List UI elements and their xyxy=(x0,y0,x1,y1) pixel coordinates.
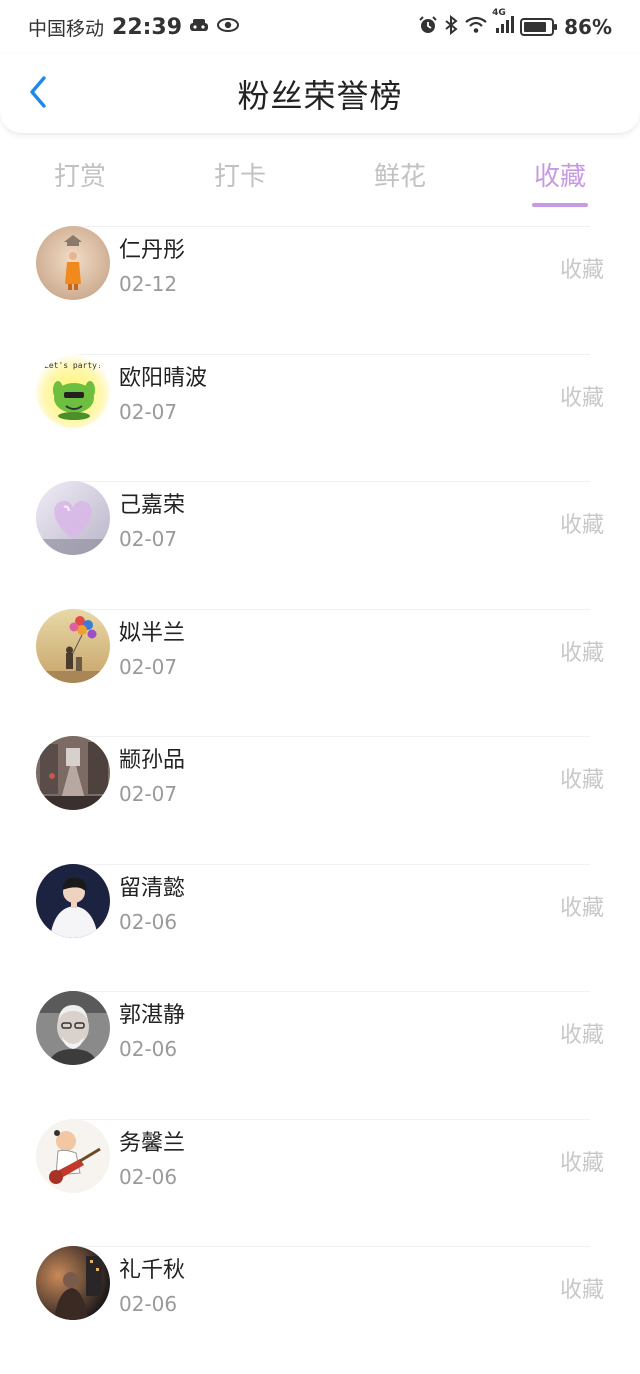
party-cactus-avatar: Let's party! xyxy=(36,353,110,428)
favorite-label: 收藏 xyxy=(559,1278,604,1303)
fan-date: 02-06 xyxy=(119,1292,178,1316)
list-item[interactable]: 礼千秋 02-06 收藏 xyxy=(0,1246,640,1374)
back-button[interactable] xyxy=(20,76,56,112)
svg-text:Let's party!: Let's party! xyxy=(44,361,102,370)
fan-date: 02-07 xyxy=(119,782,178,806)
fan-name: 务馨兰 xyxy=(119,1130,186,1156)
battery-icon xyxy=(520,18,558,36)
fan-list: 仁丹彤 02-12 收藏 Let's party! 欧阳晴波 02-07 收藏 xyxy=(0,226,640,1374)
fan-name: 仁丹彤 xyxy=(119,238,186,263)
page-title: 粉丝荣誉榜 xyxy=(237,76,403,115)
fan-name: 欧阳晴波 xyxy=(119,365,208,391)
list-item[interactable]: 仁丹彤 02-12 收藏 xyxy=(0,226,640,354)
bluetooth-icon xyxy=(444,14,458,39)
active-tab-indicator xyxy=(532,203,588,207)
tab-flowers[interactable]: 鲜花 xyxy=(320,140,480,208)
tab-bar: 打赏 打卡 鲜花 收藏 xyxy=(0,140,640,208)
car-icon xyxy=(188,16,210,38)
fan-name: 礼千秋 xyxy=(119,1258,186,1283)
tab-checkin[interactable]: 打卡 xyxy=(160,140,320,208)
fan-name: 姒半兰 xyxy=(119,620,186,646)
fan-date: 02-12 xyxy=(119,272,178,296)
list-item[interactable]: 己嘉荣 02-07 收藏 xyxy=(0,481,640,609)
fan-date: 02-06 xyxy=(119,909,178,934)
status-time: 22:39 xyxy=(112,14,183,40)
night-scene-avatar xyxy=(36,1246,110,1320)
favorite-label: 收藏 xyxy=(559,258,604,283)
favorite-label: 收藏 xyxy=(559,513,604,538)
favorite-label: 收藏 xyxy=(559,1150,604,1176)
favorite-label: 收藏 xyxy=(559,385,604,411)
fan-date: 02-07 xyxy=(119,527,178,551)
page-header: 粉丝荣誉榜 xyxy=(0,54,640,134)
battery-fill xyxy=(524,22,547,32)
status-left: 中国移动 22:39 xyxy=(28,14,240,41)
list-item[interactable]: 务馨兰 02-06 收藏 xyxy=(0,1118,640,1247)
fan-date: 02-07 xyxy=(119,654,178,679)
balloons-avatar xyxy=(36,608,110,683)
fan-date: 02-06 xyxy=(119,1164,178,1189)
wifi-icon xyxy=(464,15,488,39)
list-item[interactable]: 姒半兰 02-07 收藏 xyxy=(0,608,640,737)
signal-icon: 4G xyxy=(492,9,515,39)
tab-label: 打赏 xyxy=(53,162,106,192)
old-man-avatar xyxy=(36,991,110,1065)
fan-name: 留清懿 xyxy=(119,875,186,901)
street-avatar xyxy=(36,736,110,810)
fan-name: 郭湛静 xyxy=(119,1003,186,1028)
eye-icon xyxy=(216,16,240,38)
favorite-label: 收藏 xyxy=(559,895,604,921)
fan-name: 颛孙品 xyxy=(119,748,186,773)
tab-label: 收藏 xyxy=(533,162,586,192)
favorite-label: 收藏 xyxy=(559,768,604,793)
monk-avatar xyxy=(36,226,110,300)
fan-date: 02-07 xyxy=(119,399,178,424)
list-item[interactable]: 颛孙品 02-07 收藏 xyxy=(0,736,640,864)
tab-label: 鲜花 xyxy=(373,162,426,192)
tab-favorites[interactable]: 收藏 xyxy=(480,140,640,208)
list-item[interactable]: 留清懿 02-06 收藏 xyxy=(0,863,640,992)
carrier-label: 中国移动 xyxy=(28,17,105,40)
boy-portrait-avatar xyxy=(36,863,110,938)
chevron-left-icon xyxy=(27,75,49,113)
favorite-label: 收藏 xyxy=(559,640,604,666)
list-item[interactable]: Let's party! 欧阳晴波 02-07 收藏 xyxy=(0,353,640,482)
favorite-label: 收藏 xyxy=(559,1023,604,1048)
tab-label: 打卡 xyxy=(213,162,266,192)
status-right: 4G 86% xyxy=(418,9,612,39)
alarm-icon xyxy=(418,15,438,39)
list-item[interactable]: 郭湛静 02-06 收藏 xyxy=(0,991,640,1119)
network-type: 4G xyxy=(492,8,506,18)
cartoon-guitar-avatar xyxy=(36,1118,110,1193)
status-bar: 中国移动 22:39 4G 86% xyxy=(0,0,640,54)
battery-percent: 86% xyxy=(564,15,612,39)
fan-date: 02-06 xyxy=(119,1037,178,1061)
fan-name: 己嘉荣 xyxy=(119,493,186,518)
glass-heart-avatar xyxy=(36,481,110,555)
tab-reward[interactable]: 打赏 xyxy=(0,140,160,208)
